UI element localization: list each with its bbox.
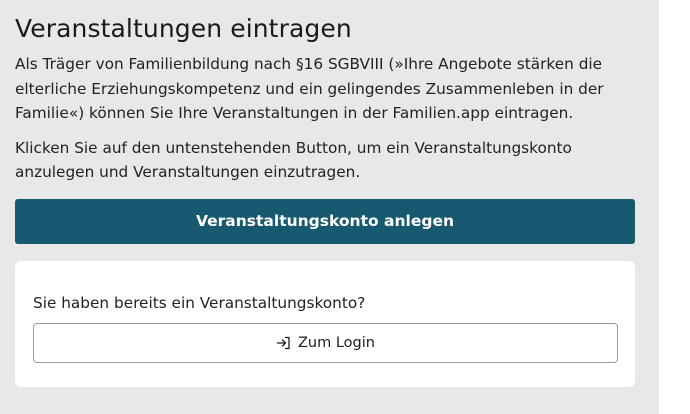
- login-button-label: Zum Login: [298, 334, 375, 351]
- page-title: Veranstaltungen eintragen: [15, 14, 352, 43]
- login-card: Sie haben bereits ein Veranstaltungskont…: [15, 260, 635, 387]
- instruction-paragraph: Klicken Sie auf den untenstehenden Butto…: [15, 138, 572, 182]
- login-question: Sie haben bereits ein Veranstaltungskont…: [33, 293, 366, 312]
- login-icon: [276, 335, 292, 351]
- login-button[interactable]: Zum Login: [33, 322, 618, 363]
- intro-paragraph: Als Träger von Familienbildung nach §16 …: [15, 55, 604, 122]
- event-registration-panel: Veranstaltungen eintragen Als Träger von…: [0, 0, 659, 414]
- create-event-account-button[interactable]: Veranstaltungskonto anlegen: [15, 198, 635, 244]
